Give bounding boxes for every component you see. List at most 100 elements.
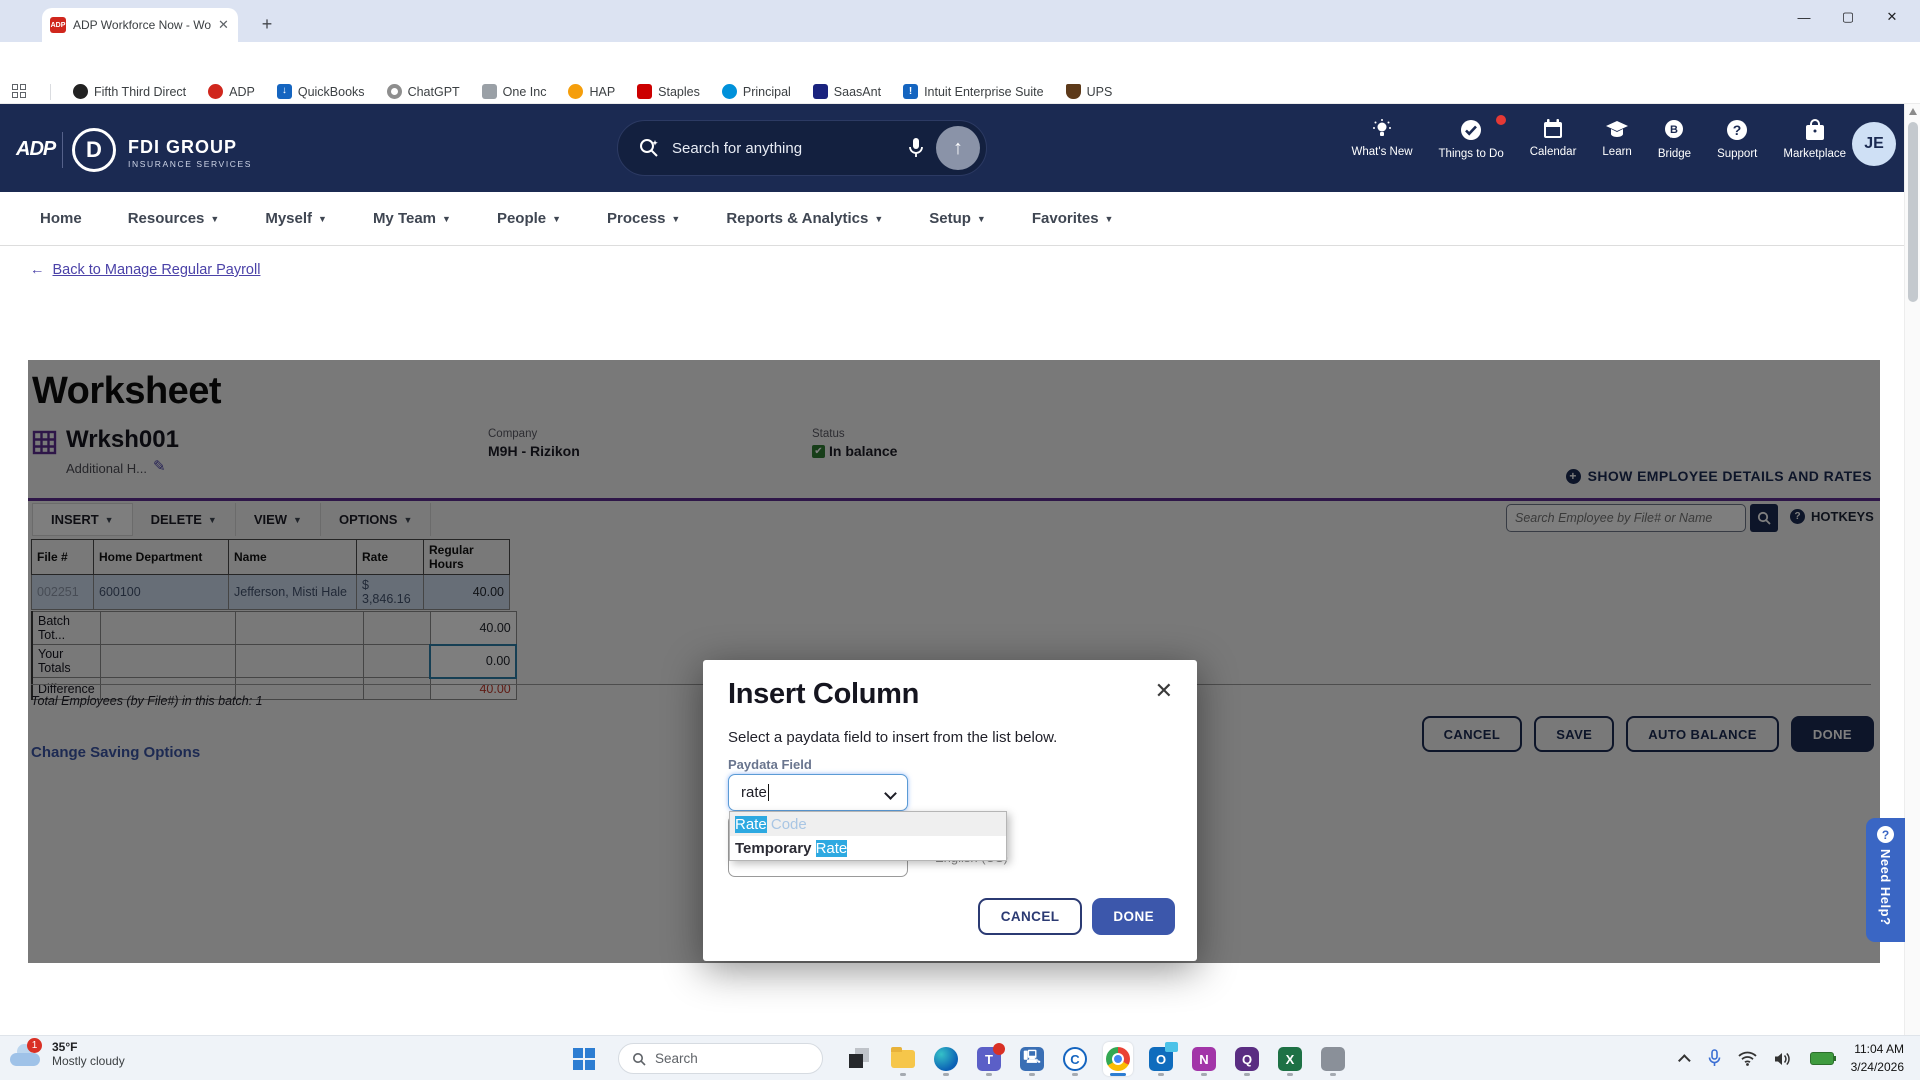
global-search-placeholder: Search for anything: [672, 139, 803, 157]
onenote-button[interactable]: N: [1189, 1042, 1219, 1076]
start-button[interactable]: [573, 1048, 595, 1070]
adp-favicon: [208, 84, 224, 99]
bookmark-adp[interactable]: ADP: [208, 84, 255, 99]
task-view-icon: [849, 1048, 871, 1070]
outlook-icon: O: [1149, 1042, 1178, 1071]
adp-logo[interactable]: ADP: [16, 138, 56, 161]
chevron-down-icon[interactable]: [884, 787, 897, 800]
teams-button[interactable]: T: [974, 1042, 1005, 1076]
nav-process[interactable]: Process ▼: [607, 210, 680, 227]
close-icon[interactable]: ✕: [1155, 678, 1173, 704]
nav-home[interactable]: Home: [40, 210, 82, 227]
wifi-icon[interactable]: [1738, 1051, 1757, 1066]
nav-people[interactable]: People ▼: [497, 210, 561, 227]
cloud-icon: 1: [10, 1038, 44, 1066]
c-circle-icon: C: [1063, 1047, 1087, 1071]
excel-icon: X: [1278, 1047, 1302, 1071]
new-tab-button[interactable]: +: [254, 12, 280, 38]
chrome-button-active[interactable]: [1103, 1042, 1133, 1076]
learn-button[interactable]: Learn: [1602, 118, 1632, 158]
maximize-button[interactable]: ▢: [1826, 0, 1870, 34]
calendar-button[interactable]: Calendar: [1530, 118, 1576, 158]
minimize-button[interactable]: —: [1782, 0, 1826, 34]
nav-reports-analytics[interactable]: Reports & Analytics ▼: [726, 210, 883, 227]
taskbar-search-placeholder: Search: [655, 1051, 698, 1066]
saasant-favicon: [812, 84, 828, 99]
calculator-icon: [1321, 1047, 1345, 1071]
bookmark-fifth-third[interactable]: Fifth Third Direct: [73, 84, 186, 99]
bookmark-one-inc[interactable]: One Inc: [481, 84, 546, 99]
things-to-do-button[interactable]: Things to Do: [1439, 115, 1506, 160]
chevron-down-icon: ▼: [1104, 213, 1114, 224]
weather-condition: Mostly cloudy: [52, 1054, 125, 1068]
user-avatar[interactable]: JE: [1852, 122, 1896, 166]
whats-new-button[interactable]: What's New: [1352, 118, 1413, 158]
option-rate-code[interactable]: Rate Code: [730, 812, 1006, 836]
bookmark-saasant[interactable]: SaasAnt: [812, 84, 881, 99]
outlook-button[interactable]: O: [1146, 1042, 1178, 1076]
ups-favicon: [1065, 84, 1081, 99]
file-explorer-button[interactable]: [888, 1042, 918, 1076]
modal-done-button[interactable]: DONE: [1092, 898, 1175, 935]
remote-desktop-button[interactable]: 🖳: [1017, 1042, 1047, 1076]
scrollbar-thumb[interactable]: [1908, 122, 1918, 302]
bookmark-chatgpt[interactable]: ChatGPT: [386, 84, 460, 99]
bookmark-intuit[interactable]: ! Intuit Enterprise Suite: [903, 84, 1044, 99]
task-view-button[interactable]: [845, 1042, 875, 1076]
global-search-bar[interactable]: Search for anything ↑: [617, 120, 987, 176]
tab-close-icon[interactable]: ✕: [218, 17, 229, 33]
scroll-up-arrow[interactable]: [1909, 108, 1917, 115]
adp-header: ADP D FDI GROUP INSURANCE SERVICES Searc…: [0, 104, 1904, 192]
apps-grid-icon[interactable]: [12, 83, 28, 100]
nav-myself[interactable]: Myself ▼: [265, 210, 327, 227]
nav-my-team[interactable]: My Team ▼: [373, 210, 451, 227]
support-button[interactable]: ? Support: [1717, 118, 1757, 160]
graduation-cap-icon: [1606, 121, 1629, 137]
nav-resources[interactable]: Resources ▼: [128, 210, 220, 227]
chatgpt-favicon: [386, 84, 402, 99]
browser-tab[interactable]: ADP ADP Workforce Now - Workshe ✕: [42, 8, 238, 42]
staples-favicon: [637, 84, 653, 99]
bookmark-principal[interactable]: Principal: [721, 84, 791, 99]
tray-clock[interactable]: 11:04 AM 3/24/2026: [1851, 1041, 1904, 1076]
folder-icon: [891, 1047, 915, 1068]
search-submit-icon[interactable]: ↑: [936, 126, 980, 170]
chevron-down-icon: ▼: [442, 213, 451, 224]
weather-widget[interactable]: 1 35°F Mostly cloudy: [10, 1038, 125, 1068]
option-temporary-rate[interactable]: Temporary Rate: [730, 836, 1006, 860]
paydata-field-combobox[interactable]: rate: [728, 774, 908, 811]
page-scrollbar[interactable]: [1904, 104, 1920, 1035]
bookmark-staples[interactable]: Staples: [637, 84, 700, 99]
back-to-manage-payroll-link[interactable]: ← Back to Manage Regular Payroll: [30, 262, 260, 278]
paydata-field-label: Paydata Field: [728, 757, 812, 772]
marketplace-button[interactable]: Marketplace: [1783, 118, 1846, 160]
nav-setup[interactable]: Setup ▼: [929, 210, 986, 227]
mic-tray-icon[interactable]: [1708, 1049, 1721, 1068]
tray-date: 3/24/2026: [1850, 1059, 1904, 1074]
chevron-down-icon: ▼: [671, 213, 681, 224]
modal-cancel-button[interactable]: CANCEL: [977, 898, 1083, 935]
chevron-down-icon: ▼: [552, 213, 562, 224]
need-help-tab[interactable]: ? Need Help?: [1866, 818, 1905, 942]
edge-button[interactable]: [931, 1042, 961, 1076]
close-button[interactable]: ✕: [1870, 0, 1914, 34]
search-icon: [633, 1052, 646, 1066]
bookmark-quickbooks[interactable]: ↓ QuickBooks: [276, 84, 365, 99]
bookmark-ups[interactable]: UPS: [1065, 84, 1112, 99]
speaker-icon[interactable]: [1774, 1051, 1793, 1067]
battery-icon[interactable]: [1809, 1052, 1836, 1065]
tray-expand-icon[interactable]: [1677, 1054, 1691, 1067]
cognos-button[interactable]: C: [1060, 1042, 1090, 1076]
bridge-button[interactable]: B Bridge: [1658, 118, 1691, 160]
tray-time: 11:04 AM: [1854, 1042, 1904, 1057]
chevron-down-icon: ▼: [210, 213, 220, 224]
fifth-third-favicon: [73, 84, 88, 99]
bookmark-hap[interactable]: HAP: [568, 84, 615, 99]
taskbar-search[interactable]: Search: [618, 1043, 823, 1074]
nav-favorites[interactable]: Favorites ▼: [1032, 210, 1114, 227]
qb-time-icon: Q: [1235, 1047, 1259, 1071]
quickbooks-time-button[interactable]: Q: [1232, 1042, 1262, 1076]
calculator-button[interactable]: [1318, 1042, 1348, 1076]
excel-button[interactable]: X: [1275, 1042, 1305, 1076]
mic-icon[interactable]: [908, 137, 924, 159]
